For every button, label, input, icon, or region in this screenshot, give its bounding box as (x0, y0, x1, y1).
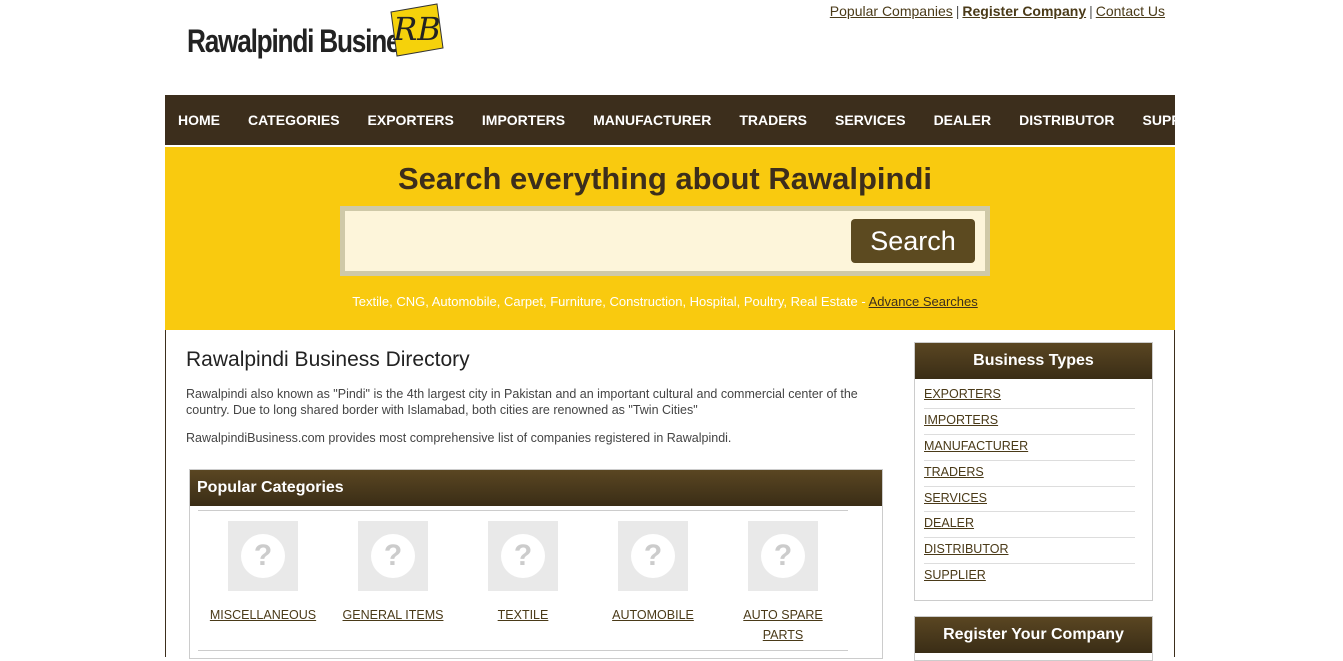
nav-distributor[interactable]: DISTRIBUTOR (1019, 112, 1114, 128)
advance-searches-link[interactable]: Advance Searches (869, 294, 978, 309)
category-image[interactable]: ? (228, 521, 298, 591)
business-types-list: EXPORTERS IMPORTERS MANUFACTURER TRADERS… (915, 379, 1152, 590)
category-item[interactable]: ? GENERAL ITEMS (328, 521, 458, 645)
business-type-supplier[interactable]: SUPPLIER (924, 564, 1135, 590)
contact-us-link[interactable]: Contact Us (1096, 3, 1165, 19)
category-link[interactable]: AUTOMOBILE (588, 605, 718, 625)
separator: | (1089, 3, 1093, 19)
main-content: Rawalpindi Business Directory Rawalpindi… (186, 348, 891, 458)
intro-paragraph: Rawalpindi also known as "Pindi" is the … (186, 387, 858, 417)
category-grid: ? MISCELLANEOUS ? GENERAL ITEMS ? TEXTIL… (198, 510, 848, 645)
nav-categories[interactable]: CATEGORIES (248, 112, 340, 128)
search-suggestions: Textile, CNG, Automobile, Carpet, Furnit… (165, 294, 1165, 309)
nav-home[interactable]: HOME (178, 112, 220, 128)
question-mark-icon: ? (241, 534, 285, 578)
question-mark-icon: ? (761, 534, 805, 578)
description-paragraph: RawalpindiBusiness.com provides most com… (186, 431, 732, 445)
nav-supplier[interactable]: SUPPLIER (1143, 112, 1213, 128)
category-link[interactable]: GENERAL ITEMS (328, 605, 458, 625)
popular-categories-panel: Popular Categories ? MISCELLANEOUS ? GEN… (189, 469, 883, 659)
search-box: Search (340, 206, 990, 276)
category-image[interactable]: ? (618, 521, 688, 591)
nav-dealer[interactable]: DEALER (934, 112, 992, 128)
business-type-traders[interactable]: TRADERS (924, 461, 1135, 487)
register-company-panel: Register Your Company (914, 616, 1153, 661)
business-type-services[interactable]: SERVICES (924, 487, 1135, 513)
category-item[interactable]: ? AUTO SPARE PARTS (718, 521, 848, 645)
nav-importers[interactable]: IMPORTERS (482, 112, 565, 128)
search-button[interactable]: Search (851, 219, 975, 263)
hero-title: Search everything about Rawalpindi (397, 161, 932, 196)
category-link[interactable]: MISCELLANEOUS (198, 605, 328, 625)
svg-text:RB: RB (392, 10, 441, 48)
nav-manufacturer[interactable]: MANUFACTURER (593, 112, 711, 128)
main-nav: HOME CATEGORIES EXPORTERS IMPORTERS MANU… (165, 95, 1213, 145)
category-link[interactable]: TEXTILE (458, 605, 588, 625)
popular-companies-link[interactable]: Popular Companies (830, 3, 953, 19)
nav-exporters[interactable]: EXPORTERS (368, 112, 454, 128)
separator: | (955, 3, 960, 19)
category-item[interactable]: ? AUTOMOBILE (588, 521, 718, 645)
page-wrapper: Rawalpindi Business RB Popular Companies… (165, 0, 1213, 661)
question-mark-icon: ? (631, 534, 675, 578)
top-links: Popular Companies | Register Company | Conta… (830, 3, 1165, 19)
register-company-title[interactable]: Register Your Company (915, 617, 1152, 653)
business-type-manufacturer[interactable]: MANUFACTURER (924, 435, 1135, 461)
suggestion-text: Textile, CNG, Automobile, Carpet, Furnit… (352, 294, 866, 309)
business-type-distributor[interactable]: DISTRIBUTOR (924, 538, 1135, 565)
category-item[interactable]: ? TEXTILE (458, 521, 588, 645)
search-input[interactable] (351, 219, 841, 263)
business-type-dealer[interactable]: DEALER (924, 512, 1135, 539)
category-image[interactable]: ? (488, 521, 558, 591)
business-types-panel: Business Types EXPORTERS IMPORTERS MANUF… (914, 342, 1153, 601)
nav-services[interactable]: SERVICES (835, 112, 906, 128)
search-hero: Search everything about Rawalpindi Searc… (165, 147, 1175, 330)
logo-badge-icon: RB (390, 3, 444, 57)
business-types-title: Business Types (915, 343, 1152, 379)
category-item[interactable]: ? MISCELLANEOUS (198, 521, 328, 645)
page-title: Rawalpindi Business Directory (186, 348, 470, 371)
register-company-link[interactable]: Register Company (962, 3, 1086, 19)
category-image[interactable]: ? (748, 521, 818, 591)
category-link[interactable]: AUTO SPARE PARTS (738, 605, 828, 645)
question-mark-icon: ? (371, 534, 415, 578)
question-mark-icon: ? (501, 534, 545, 578)
category-image[interactable]: ? (358, 521, 428, 591)
business-type-importers[interactable]: IMPORTERS (924, 409, 1135, 435)
divider (198, 650, 848, 651)
nav-traders[interactable]: TRADERS (739, 112, 807, 128)
popular-categories-title: Popular Categories (190, 470, 882, 506)
business-type-exporters[interactable]: EXPORTERS (924, 383, 1135, 409)
